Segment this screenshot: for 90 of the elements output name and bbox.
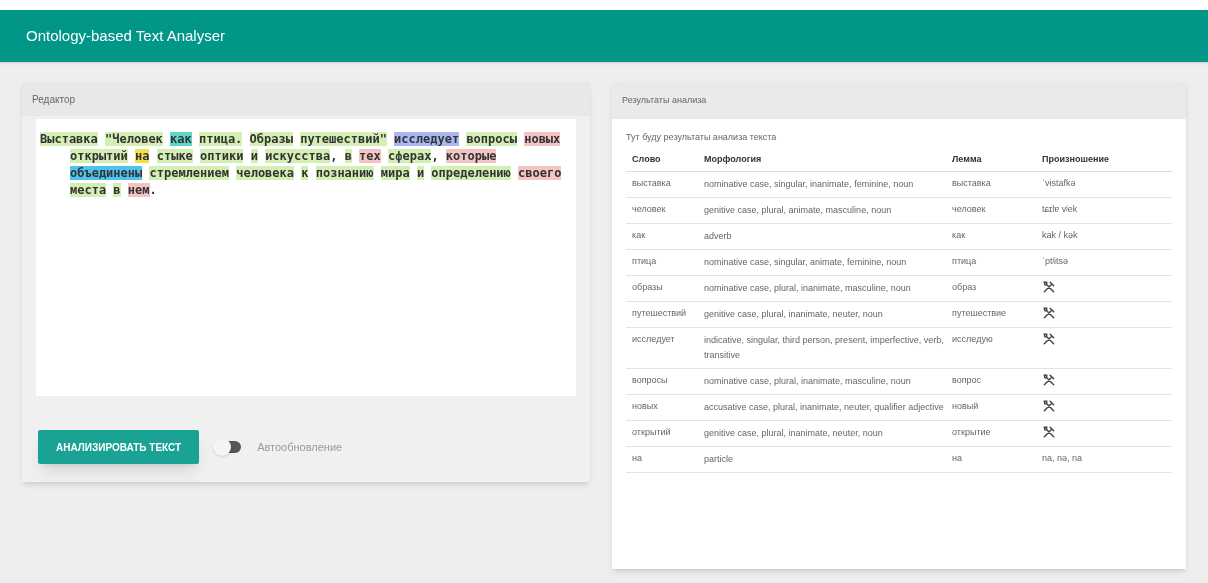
table-cell: genitive case, plural, animate, masculine, noun <box>698 197 947 224</box>
highlighted-word: места <box>70 183 107 197</box>
highlighted-word: определению <box>431 166 511 180</box>
table-cell: genitive case, plural, inanimate, neuter, noun <box>698 420 947 447</box>
column-header: Произношение <box>1036 147 1172 172</box>
text-editor[interactable] <box>36 119 577 396</box>
highlighted-word: которые <box>445 149 497 163</box>
highlighted-word: мира <box>380 166 410 180</box>
highlighted-word: и <box>250 149 258 163</box>
table-cell: птица <box>946 249 1037 276</box>
highlighted-word: в <box>113 183 121 197</box>
highlighted-word: человека <box>236 166 294 180</box>
table-cell: человек <box>946 197 1037 224</box>
highlighted-word: искусства <box>265 149 331 163</box>
table-cell: исследую <box>946 327 1037 369</box>
table-cell: исследует <box>626 327 699 369</box>
table-cell: nominative case, singular, animate, feminine, noun <box>698 249 947 276</box>
table-cell: вопрос <box>946 368 1037 395</box>
highlighted-word: стремлением <box>149 166 229 180</box>
tools-icon <box>1042 399 1057 413</box>
tools-icon <box>1042 425 1057 439</box>
table-cell: выставка <box>626 171 699 198</box>
highlighted-word: открытий <box>70 149 128 163</box>
highlighted-word: нем <box>127 183 150 197</box>
punctuation: , <box>431 149 439 163</box>
highlighted-word: исследует <box>394 132 460 146</box>
table-cell: nominative case, plural, inanimate, masculine, noun <box>698 275 947 302</box>
table-cell: открытие <box>946 420 1037 447</box>
table-cell: образы <box>626 275 699 302</box>
highlighted-word: сферах <box>388 149 432 163</box>
app-title: Ontology-based Text Analyser <box>26 25 225 46</box>
highlighted-word: вопросы <box>466 132 517 146</box>
highlighted-word: познанию <box>315 166 374 180</box>
tools-icon <box>1042 280 1057 294</box>
card-title: Результаты анализа <box>622 93 707 107</box>
highlighted-word: на <box>135 149 150 163</box>
highlighted-word: как <box>170 132 192 146</box>
table-cell: на <box>946 446 1037 473</box>
punctuation: . <box>149 183 157 197</box>
highlighted-word: в <box>344 149 352 163</box>
highlighted-word: своего <box>518 166 562 180</box>
analyze-button[interactable]: АНАЛИЗИРОВАТЬ ТЕКСТ <box>38 430 200 464</box>
highlighted-word: "Человек <box>105 132 163 146</box>
table-cell: particle <box>698 446 947 473</box>
highlighted-word: путешествий" <box>300 132 387 146</box>
table-cell: на <box>626 446 699 473</box>
table-cell: путешествие <box>946 301 1037 328</box>
tools-icon <box>1042 373 1057 387</box>
highlighted-word: стыке <box>156 149 193 163</box>
punctuation: , <box>330 149 338 163</box>
table-cell: accusative case, plural, inanimate, neuter, qualifier adjective <box>698 394 947 421</box>
tools-icon <box>1042 306 1057 320</box>
column-header: Слово <box>626 147 699 172</box>
table-cell: выставка <box>946 171 1037 198</box>
table-cell: новых <box>626 394 699 421</box>
table-cell: вопросы <box>626 368 699 395</box>
table-cell: genitive case, plural, inanimate, neuter, noun <box>698 301 947 328</box>
highlighted-word: новых <box>524 132 561 146</box>
column-header: Морфология <box>698 147 947 172</box>
table-cell: птица <box>626 249 699 276</box>
table-cell: путешествий <box>626 301 699 328</box>
tools-icon <box>1042 332 1057 346</box>
table-cell: na, nə, na <box>1036 446 1172 473</box>
toggle-switch[interactable] <box>215 441 242 453</box>
table-cell: ˈptʲitsə <box>1036 249 1172 276</box>
highlighted-word: Выставка <box>40 132 98 146</box>
table-cell: как <box>946 223 1037 250</box>
table-cell: человек <box>626 197 699 224</box>
table-cell: образ <box>946 275 1037 302</box>
table-cell: новый <box>946 394 1037 421</box>
highlighted-word: к <box>301 166 309 180</box>
table-cell: открытий <box>626 420 699 447</box>
highlighted-word: объединены <box>70 166 143 180</box>
highlighted-word: птица. <box>199 132 243 146</box>
column-header: Лемма <box>946 147 1037 172</box>
table-cell: tɕɪlɐ vʲek <box>1036 197 1172 224</box>
table-cell: nominative case, plural, inanimate, masculine, noun <box>698 368 947 395</box>
highlighted-word: тех <box>359 149 381 163</box>
table-cell: indicative, singular, third person, present, imperfective, verb, transitive <box>698 327 947 369</box>
table-cell: как <box>626 223 699 250</box>
table-cell: nominative case, singular, inanimate, feminine, noun <box>698 171 947 198</box>
toggle-label: Автообновление <box>257 439 343 455</box>
highlighted-word: Образы <box>249 132 293 146</box>
table-cell: kak / kək <box>1036 223 1172 250</box>
table-cell: adverb <box>698 223 947 250</box>
table-cell: ˈvɨstafkə <box>1036 171 1172 198</box>
card-title: Редактор <box>32 92 76 107</box>
highlighted-word: оптики <box>200 149 244 163</box>
highlighted-word: и <box>416 166 425 180</box>
results-note: Тут буду результаты анализа текста <box>626 131 778 144</box>
